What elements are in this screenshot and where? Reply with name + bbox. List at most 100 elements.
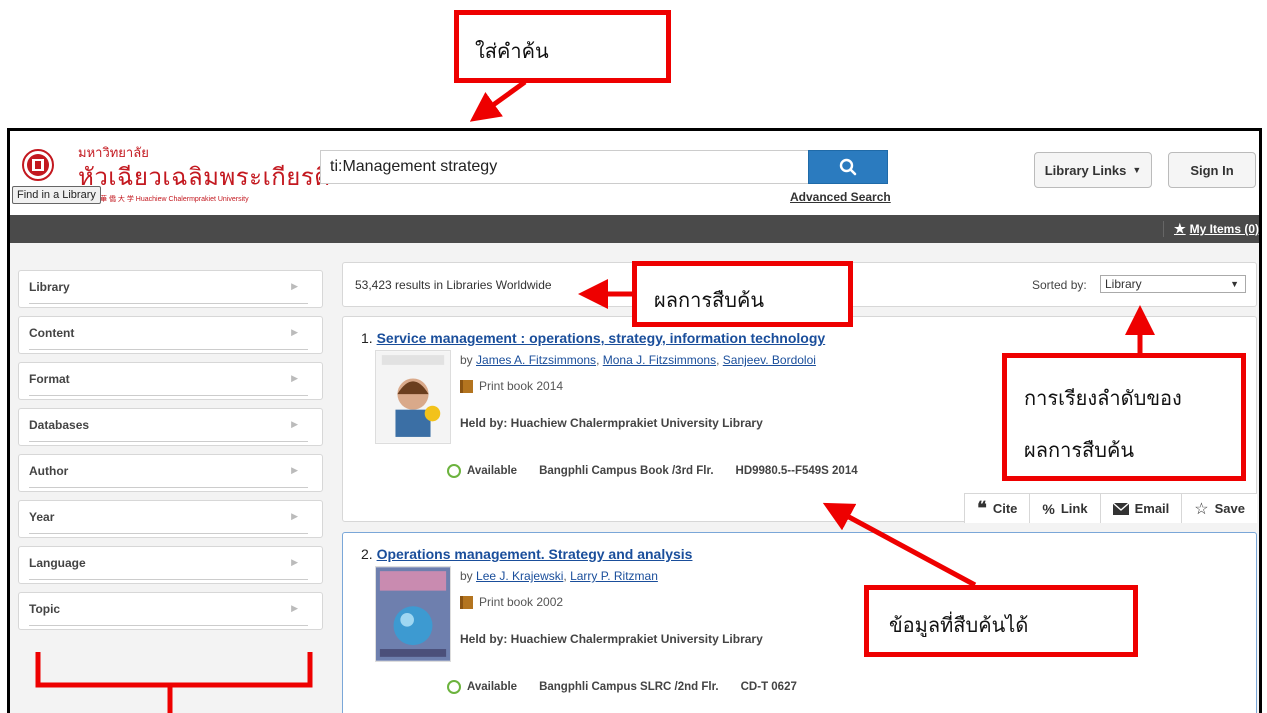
cite-button[interactable]: ❝ Cite (964, 494, 1030, 523)
search-button[interactable] (808, 150, 888, 184)
held-by: Held by: Huachiew Chalermprakiet Univers… (460, 416, 763, 430)
annotation-sort-hint: การเรียงลำดับของ ผลการสืบค้น (1002, 353, 1246, 481)
facet-label: Format (29, 372, 70, 386)
cite-label: Cite (992, 501, 1018, 516)
divider (29, 395, 308, 396)
link-button[interactable]: % Link (1029, 494, 1100, 523)
facet-label: Content (29, 326, 75, 340)
divider (29, 303, 308, 304)
my-items-label: My Items (0) (1189, 222, 1259, 236)
facet-label: Year (29, 510, 55, 524)
quote-icon: ❝ (977, 497, 987, 519)
result-number: 1. (361, 330, 373, 346)
save-button[interactable]: ☆ Save (1181, 494, 1257, 523)
print-book-icon (460, 379, 473, 393)
annotation-text: ผลการสืบค้น (1024, 438, 1135, 462)
caret-down-icon: ▼ (1230, 279, 1239, 289)
expand-arrow-icon: ▶ (291, 465, 298, 475)
format-label: Print book 2002 (479, 595, 564, 609)
facet-library[interactable]: Library ▶ (18, 270, 323, 308)
annotation-results-hint: ผลการสืบค้น (632, 261, 853, 327)
available-icon (447, 680, 461, 694)
search-icon (839, 158, 857, 176)
author-link[interactable]: Mona J. Fitzsimmons (603, 353, 716, 367)
save-label: Save (1214, 501, 1245, 516)
find-in-library-tooltip: Find in a Library (12, 186, 101, 204)
divider (29, 487, 308, 488)
author-link[interactable]: Larry P. Ritzman (570, 569, 658, 583)
facet-topic[interactable]: Topic ▶ (18, 592, 323, 630)
author-link[interactable]: James A. Fitzsimmons (476, 353, 596, 367)
annotation-text: การเรียงลำดับของ (1024, 386, 1182, 410)
facet-databases[interactable]: Databases ▶ (18, 408, 323, 446)
facet-language[interactable]: Language ▶ (18, 546, 323, 584)
sorted-by-label: Sorted by: (1032, 278, 1087, 292)
result-title-link[interactable]: Operations management. Strategy and anal… (377, 546, 693, 562)
library-links-dropdown[interactable]: Library Links ▼ (1034, 152, 1152, 188)
author-link[interactable]: Lee J. Krajewski (476, 569, 563, 583)
held-by: Held by: Huachiew Chalermprakiet Univers… (460, 632, 763, 646)
university-emblem-icon (22, 149, 54, 181)
author-line: by Lee J. Krajewski, Larry P. Ritzman (460, 569, 658, 583)
navigation-bar: ★ My Items (0) (10, 215, 1259, 243)
availability-status: Available (467, 681, 518, 693)
author-link[interactable]: Sanjeev. Bordoloi (723, 353, 816, 367)
result-title-row: 1. Service management : operations, stra… (361, 330, 825, 346)
sort-select[interactable]: Library ▼ (1100, 275, 1246, 293)
divider (29, 349, 308, 350)
facet-year[interactable]: Year ▶ (18, 500, 323, 538)
annotation-search-hint: ใส่คำค้น (454, 10, 671, 83)
library-links-label: Library Links (1044, 162, 1127, 178)
my-items-link[interactable]: ★ My Items (0) (1162, 221, 1259, 237)
result-actions: ❝ Cite % Link Email ☆ Save (964, 493, 1257, 523)
availability-status: Available (467, 465, 518, 477)
facet-label: Language (29, 556, 86, 570)
screenshot-stage: มหาวิทยาลัย หัวเฉียวเฉลิมพระเกียรติ 華 僑 … (0, 0, 1267, 713)
divider (29, 625, 308, 626)
result-title-link[interactable]: Service management : operations, strateg… (377, 330, 826, 346)
facet-format[interactable]: Format ▶ (18, 362, 323, 400)
divider (29, 441, 308, 442)
caret-down-icon: ▼ (1132, 165, 1142, 175)
expand-arrow-icon: ▶ (291, 511, 298, 521)
facet-label: Library (29, 280, 70, 294)
expand-arrow-icon: ▶ (291, 281, 298, 291)
author-line: by James A. Fitzsimmons, Mona J. Fitzsim… (460, 353, 816, 367)
annotation-arrow (469, 79, 527, 122)
site-header: มหาวิทยาลัย หัวเฉียวเฉลิมพระเกียรติ 華 僑 … (10, 131, 1259, 215)
annotation-data-hint: ข้อมูลที่สืบค้นได้ (864, 585, 1138, 657)
expand-arrow-icon: ▶ (291, 419, 298, 429)
link-label: Link (1060, 501, 1088, 516)
sign-in-button[interactable]: Sign In (1168, 152, 1256, 188)
logo-thai-name: หัวเฉียวเฉลิมพระเกียรติ (78, 163, 331, 191)
email-button[interactable]: Email (1099, 494, 1182, 523)
book-cover-image (375, 566, 451, 662)
expand-arrow-icon: ▶ (291, 327, 298, 337)
format-line: Print book 2014 (460, 379, 563, 393)
print-book-icon (460, 595, 473, 609)
star-outline-icon: ☆ (1194, 500, 1209, 518)
availability-line: Available Bangphli Campus Book /3rd Flr.… (447, 464, 858, 478)
facet-author[interactable]: Author ▶ (18, 454, 323, 492)
available-icon (447, 464, 461, 478)
search-input[interactable] (320, 150, 808, 184)
email-label: Email (1134, 501, 1170, 516)
facet-label: Author (29, 464, 69, 478)
expand-arrow-icon: ▶ (291, 603, 298, 613)
results-count: 53,423 results in Libraries Worldwide (355, 278, 552, 292)
divider (29, 533, 308, 534)
location: Bangphli Campus Book /3rd Flr. (539, 465, 714, 477)
facet-content[interactable]: Content ▶ (18, 316, 323, 354)
sort-select-value: Library (1105, 277, 1142, 291)
expand-arrow-icon: ▶ (291, 557, 298, 567)
by-label: by (460, 569, 473, 583)
facet-label: Databases (29, 418, 90, 432)
call-number: HD9980.5--F549S 2014 (735, 465, 858, 477)
call-number: CD-T 0627 (740, 681, 797, 693)
location: Bangphli Campus SLRC /2nd Flr. (539, 681, 719, 693)
advanced-search-link[interactable]: Advanced Search (790, 190, 891, 204)
link-icon: % (1042, 500, 1055, 517)
annotation-text: ผลการสืบค้น (654, 288, 765, 312)
logo-english-name: 華 僑 大 学 Huachiew Chalermprakiet Universi… (100, 196, 249, 203)
facet-label: Topic (29, 602, 61, 616)
